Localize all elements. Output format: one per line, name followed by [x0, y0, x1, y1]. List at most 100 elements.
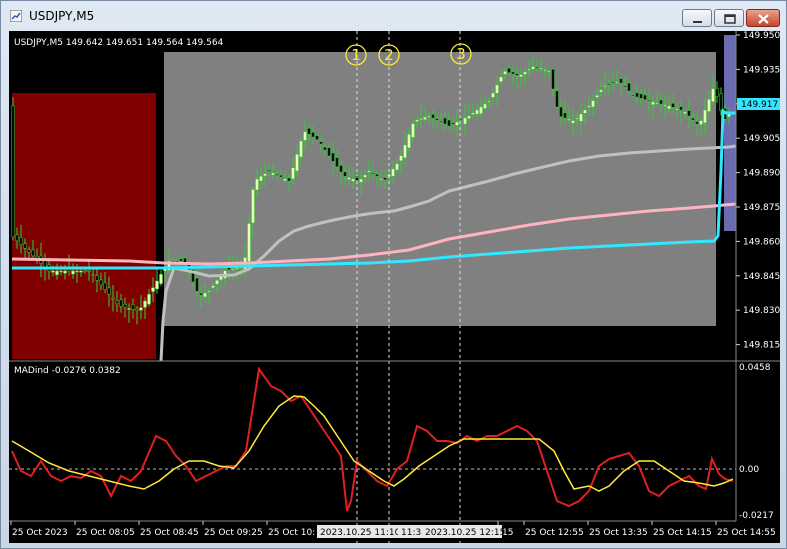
bull-candle [215, 280, 219, 285]
bull-candle [519, 74, 523, 77]
bear-candle [115, 300, 119, 304]
bear-candle [119, 299, 123, 307]
price-axis[interactable]: 149.950149.935149.920149.905149.890149.8… [735, 31, 780, 361]
price-tick-label: 149.950 [743, 31, 780, 41]
bull-candle [603, 85, 607, 87]
title-bar[interactable]: USDJPY,M5 [1, 1, 786, 31]
bull-candle [71, 270, 75, 275]
bear-candle [91, 274, 95, 276]
price-tick-label: 149.830 [743, 306, 780, 316]
bull-candle [271, 172, 275, 176]
bull-candle [587, 105, 591, 108]
bull-candle [139, 307, 143, 311]
marker-1-label: 1 [351, 46, 361, 64]
time-tick-label: 25 Oct 08:45 [140, 528, 199, 538]
bear-candle [103, 282, 107, 290]
bull-candle [255, 178, 259, 191]
bear-candle [623, 85, 627, 88]
bull-candle [75, 270, 79, 273]
bull-candle [499, 76, 503, 82]
time-tick-label: 25 Oct 14:55 [717, 528, 776, 538]
bear-candle [659, 99, 663, 105]
price-tick-label: 149.845 [743, 272, 780, 282]
bull-candle [259, 176, 263, 182]
bull-candle [303, 131, 307, 141]
bear-candle [611, 82, 615, 84]
bear-candle [647, 99, 651, 102]
minimize-button[interactable] [682, 9, 712, 27]
bull-candle [427, 115, 431, 118]
bear-candle [131, 304, 135, 310]
bull-candle [379, 178, 383, 181]
bull-candle [403, 144, 407, 158]
time-tick-label: 25 Oct 13:35 [589, 528, 648, 538]
bull-candle [455, 121, 459, 126]
bull-candle [211, 285, 215, 288]
bull-candle [367, 170, 371, 173]
bear-candle [195, 277, 199, 292]
bear-candle [287, 177, 291, 182]
price-pane[interactable]: 1 2 3 USDJPY,M5 149.642 149.651 149.564 … [9, 31, 737, 543]
bear-candle [15, 234, 19, 241]
bear-candle [23, 243, 27, 249]
bear-candle [443, 117, 447, 125]
bear-candle [327, 147, 331, 157]
bull-candle [675, 108, 679, 110]
bull-candle [711, 88, 715, 102]
bull-candle [419, 118, 423, 120]
chart-canvas[interactable]: 1 2 3 USDJPY,M5 149.642 149.651 149.564 … [9, 31, 780, 543]
time-tick-label: 25 Oct 14:15 [653, 528, 712, 538]
bear-candle [639, 93, 643, 99]
bull-candle [235, 267, 239, 269]
bull-candle [471, 112, 475, 115]
bear-candle [691, 117, 695, 121]
crosshair-time-label: 2023.10.25 11:10 [320, 528, 401, 538]
indicator-axis[interactable]: 0.0458 0.00 -0.0217 [735, 361, 774, 521]
time-tick-label: 25 Oct 10: [268, 528, 315, 538]
bear-candle [619, 78, 623, 84]
bull-candle [247, 223, 251, 262]
bull-candle [59, 270, 63, 273]
bull-candle [299, 140, 303, 158]
indicator-tick-bottom: -0.0217 [739, 511, 774, 521]
bear-candle [687, 110, 691, 117]
bull-candle [51, 270, 55, 273]
bear-candle [99, 279, 103, 286]
bear-candle [267, 169, 271, 172]
minimize-icon [693, 21, 702, 23]
crosshair-time-label: 2023.10.25 12:15 [425, 528, 505, 538]
bull-candle [667, 105, 671, 109]
bull-candle [399, 155, 403, 162]
chart-client-area[interactable]: 1 2 3 USDJPY,M5 149.642 149.651 149.564 … [9, 31, 780, 543]
maximize-button[interactable] [714, 9, 744, 27]
bull-candle [415, 119, 419, 122]
current-price-label: 149.917 [741, 100, 778, 110]
bear-candle [551, 69, 555, 90]
price-tick-label: 149.815 [743, 341, 780, 351]
bear-candle [631, 94, 635, 97]
close-button[interactable] [746, 9, 780, 27]
window-title: USDJPY,M5 [29, 9, 95, 23]
bull-candle [475, 109, 479, 115]
bull-candle [503, 71, 507, 75]
bear-candle [643, 94, 647, 100]
bull-candle [599, 89, 603, 93]
bull-candle [79, 270, 83, 273]
bear-candle [315, 135, 319, 140]
bull-candle [407, 134, 411, 149]
bear-candle [695, 121, 699, 125]
bear-candle [43, 260, 47, 268]
crosshair-time-label: 11:3 [401, 528, 421, 538]
bull-candle [571, 120, 575, 124]
bear-candle [435, 118, 439, 121]
bull-candle [539, 68, 543, 70]
bear-candle [555, 90, 559, 108]
bull-candle [147, 294, 151, 305]
indicator-pane[interactable]: MADind -0.0276 0.0382 [9, 366, 736, 512]
bull-candle [699, 120, 703, 125]
bull-candle [263, 173, 267, 177]
time-axis[interactable]: 25 Oct 2023 25 Oct 08:05 25 Oct 08:45 25 Oc… [9, 520, 776, 538]
bull-candle [159, 274, 163, 284]
bull-candle [567, 119, 571, 121]
bull-candle [283, 178, 287, 181]
